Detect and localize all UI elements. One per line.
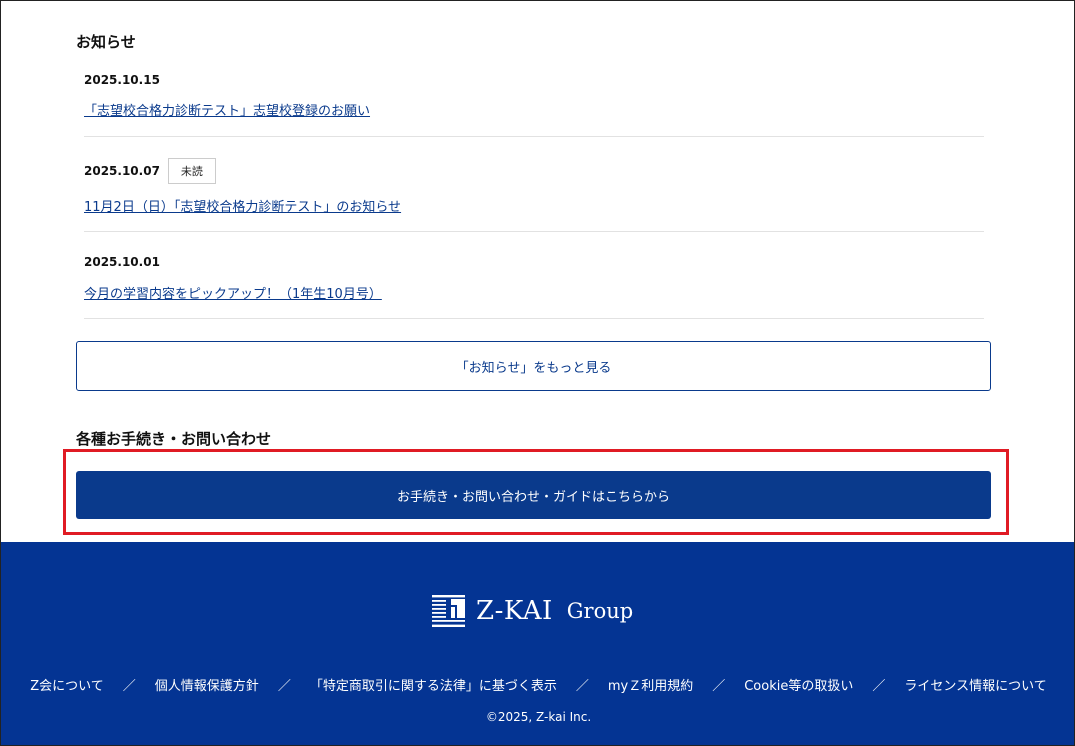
procedures-section-title: 各種お手続き・お問い合わせ (76, 430, 272, 448)
news-date-row: 2025.10.01 (84, 250, 984, 274)
footer-separator: ／ (712, 679, 726, 694)
page-frame: お知らせ 2025.10.15 「志望校合格力診断テスト」志望校登録のお願い 2… (0, 0, 1075, 746)
logo-group-text: Group (566, 599, 634, 623)
news-date: 2025.10.07 (84, 164, 160, 178)
news-date-row: 2025.10.07 未読 (84, 158, 984, 184)
news-link[interactable]: 11月2日（日）「志望校合格力診断テスト」のお知らせ (84, 196, 401, 215)
footer-link-commerce-law[interactable]: 「特定商取引に関する法律」に基づく表示 (310, 675, 557, 694)
news-item: 2025.10.15 「志望校合格力診断テスト」志望校登録のお願い (84, 68, 984, 119)
news-item: 2025.10.01 今月の学習内容をピックアップ！（1年生10月号） (84, 250, 984, 302)
divider (84, 136, 984, 137)
news-date: 2025.10.15 (84, 73, 160, 87)
footer-links: Z会について ／ 個人情報保護方針 ／ 「特定商取引に関する法律」に基づく表示 … (1, 675, 1074, 694)
news-item: 2025.10.07 未読 11月2日（日）「志望校合格力診断テスト」のお知らせ (84, 158, 984, 215)
footer-link-privacy[interactable]: 個人情報保護方針 (155, 675, 259, 694)
news-link[interactable]: 今月の学習内容をピックアップ！（1年生10月号） (84, 283, 382, 302)
footer: Z-KAI Group Z会について ／ 個人情報保護方針 ／ 「特定商取引に関… (1, 542, 1074, 745)
zkai-group-logo[interactable]: Z-KAI Group (431, 594, 633, 628)
news-section-title: お知らせ (76, 33, 136, 51)
footer-link-cookie[interactable]: Cookie等の取扱い (744, 675, 853, 694)
footer-link-about[interactable]: Z会について (30, 675, 104, 694)
copyright: ©2025, Z-kai Inc. (485, 710, 592, 724)
footer-separator: ／ (575, 679, 589, 694)
procedures-guide-button[interactable]: お手続き・お問い合わせ・ガイドはこちらから (76, 471, 991, 519)
footer-separator: ／ (872, 679, 886, 694)
divider (84, 231, 984, 232)
divider (84, 318, 984, 319)
logo-text: Z-KAI (476, 596, 553, 626)
news-link[interactable]: 「志望校合格力診断テスト」志望校登録のお願い (84, 100, 370, 119)
news-date-row: 2025.10.15 (84, 68, 984, 92)
news-date: 2025.10.01 (84, 255, 160, 269)
footer-link-terms[interactable]: myＺ利用規約 (608, 675, 693, 694)
footer-separator: ／ (122, 679, 136, 694)
footer-separator: ／ (277, 679, 291, 694)
unread-badge: 未読 (167, 158, 216, 184)
footer-link-license[interactable]: ライセンス情報について (904, 675, 1046, 694)
zkai-logo-icon (432, 595, 465, 627)
more-news-button[interactable]: 「お知らせ」をもっと見る (76, 341, 991, 391)
